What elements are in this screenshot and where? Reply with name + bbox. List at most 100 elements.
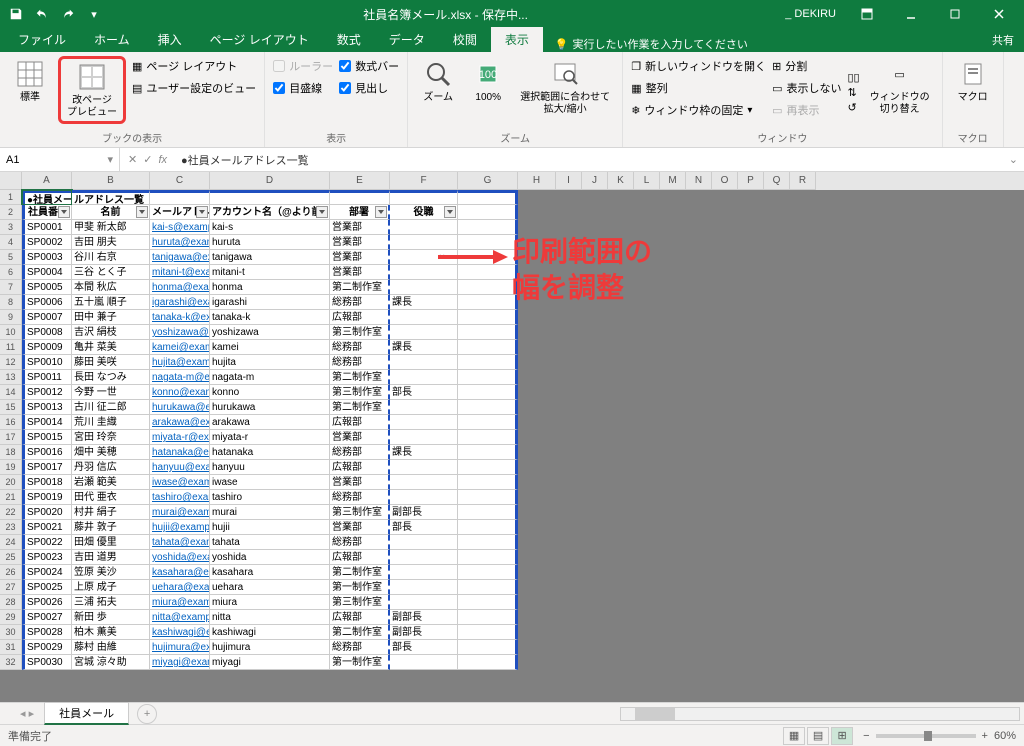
split-button[interactable]: ⊞分割 [772,56,841,76]
table-cell[interactable]: 第一制作室 [330,655,390,670]
redo-button[interactable] [56,3,80,25]
filter-button[interactable] [375,206,387,218]
table-cell[interactable]: SP0026 [22,595,72,610]
row-header[interactable]: 28 [0,595,22,610]
tab-formulas[interactable]: 数式 [323,27,375,52]
column-header[interactable]: F [390,172,458,190]
table-cell[interactable]: hujimura [210,640,330,655]
table-cell[interactable]: SP0021 [22,520,72,535]
table-cell[interactable]: 藤村 由維 [72,640,150,655]
table-cell[interactable] [390,415,458,430]
row-header[interactable]: 9 [0,310,22,325]
table-cell[interactable]: kashiwagi@example.jp [150,625,210,640]
table-cell[interactable]: 広報部 [330,610,390,625]
table-cell[interactable]: SP0001 [22,220,72,235]
expand-formula-bar-icon[interactable]: ⌄ [1003,153,1024,166]
table-cell[interactable]: 広報部 [330,460,390,475]
table-cell[interactable]: SP0014 [22,415,72,430]
unhide-button[interactable]: ▭再表示 [772,100,841,120]
table-cell[interactable]: 藤井 敦子 [72,520,150,535]
column-header[interactable]: H [518,172,556,190]
table-cell[interactable]: 本間 秋広 [72,280,150,295]
add-sheet-button[interactable]: + [137,704,157,724]
table-cell[interactable]: miura@example.jp [150,595,210,610]
table-cell[interactable]: 部長 [390,520,458,535]
table-cell[interactable]: SP0004 [22,265,72,280]
table-cell[interactable]: SP0027 [22,610,72,625]
table-cell[interactable]: 谷川 右京 [72,250,150,265]
table-cell[interactable] [390,490,458,505]
table-cell[interactable]: 広報部 [330,310,390,325]
table-cell[interactable] [390,580,458,595]
column-header[interactable]: A [22,172,72,190]
column-header[interactable]: P [738,172,764,190]
table-cell[interactable]: iwase@example.jp [150,475,210,490]
filter-button[interactable] [196,206,208,218]
filter-button[interactable] [136,206,148,218]
row-header[interactable]: 3 [0,220,22,235]
tab-view[interactable]: 表示 [491,27,543,52]
table-cell[interactable]: uehara [210,580,330,595]
table-cell[interactable] [390,355,458,370]
table-cell[interactable]: igarashi@example.jp [150,295,210,310]
table-cell[interactable]: yoshizawa [210,325,330,340]
ribbon-display-button[interactable] [846,0,888,28]
page-break-view-icon[interactable]: ⊞ [831,727,853,745]
table-cell[interactable]: hurukawa [210,400,330,415]
table-cell[interactable]: SP0017 [22,460,72,475]
table-cell[interactable]: tanaka-k@example.jp [150,310,210,325]
table-header[interactable]: メールアドレス [150,205,210,220]
table-cell[interactable]: 第二制作室 [330,625,390,640]
table-cell[interactable] [390,280,458,295]
table-cell[interactable] [390,265,458,280]
table-cell[interactable]: kamei@example.jp [150,340,210,355]
maximize-button[interactable] [934,0,976,28]
normal-view-icon[interactable]: ▦ [783,727,805,745]
filter-button[interactable] [58,206,70,218]
table-cell[interactable]: igarashi [210,295,330,310]
table-cell[interactable]: arakawa [210,415,330,430]
table-cell[interactable]: 田中 兼子 [72,310,150,325]
row-header[interactable]: 29 [0,610,22,625]
column-header[interactable]: G [458,172,518,190]
table-cell[interactable]: SP0013 [22,400,72,415]
table-cell[interactable]: SP0008 [22,325,72,340]
table-cell[interactable]: 亀井 菜美 [72,340,150,355]
table-cell[interactable] [390,220,458,235]
table-cell[interactable]: yoshida@example.jp [150,550,210,565]
new-window-button[interactable]: ❐新しいウィンドウを開く [631,56,766,76]
table-cell[interactable]: 第二制作室 [330,400,390,415]
table-cell[interactable]: 総務部 [330,445,390,460]
table-cell[interactable]: miura [210,595,330,610]
table-cell[interactable]: 吉田 朋夫 [72,235,150,250]
zoom-100-button[interactable]: 100100% [466,56,510,106]
table-header[interactable]: 名前 [72,205,150,220]
table-cell[interactable]: nitta [210,610,330,625]
table-cell[interactable] [390,310,458,325]
table-cell[interactable]: tanigawa@example.jp [150,250,210,265]
table-cell[interactable]: SP0025 [22,580,72,595]
table-cell[interactable] [390,430,458,445]
tab-file[interactable]: ファイル [4,27,80,52]
table-cell[interactable]: honma [210,280,330,295]
table-cell[interactable]: 畑中 美穂 [72,445,150,460]
table-cell[interactable]: 副部長 [390,625,458,640]
table-cell[interactable]: kai-s [210,220,330,235]
zoom-percentage[interactable]: 60% [994,730,1016,742]
row-header[interactable]: 32 [0,655,22,670]
table-cell[interactable]: miyata-r@example.jp [150,430,210,445]
table-cell[interactable]: tanaka-k [210,310,330,325]
column-header[interactable]: I [556,172,582,190]
table-cell[interactable]: 課長 [390,445,458,460]
table-cell[interactable]: 総務部 [330,535,390,550]
table-cell[interactable]: SP0010 [22,355,72,370]
table-cell[interactable]: 総務部 [330,640,390,655]
row-header[interactable]: 20 [0,475,22,490]
table-cell[interactable]: SP0029 [22,640,72,655]
table-cell[interactable]: 営業部 [330,520,390,535]
row-header[interactable]: 25 [0,550,22,565]
row-header[interactable]: 12 [0,355,22,370]
filter-button[interactable] [444,206,456,218]
table-cell[interactable] [390,325,458,340]
table-cell[interactable]: 柏木 薫美 [72,625,150,640]
